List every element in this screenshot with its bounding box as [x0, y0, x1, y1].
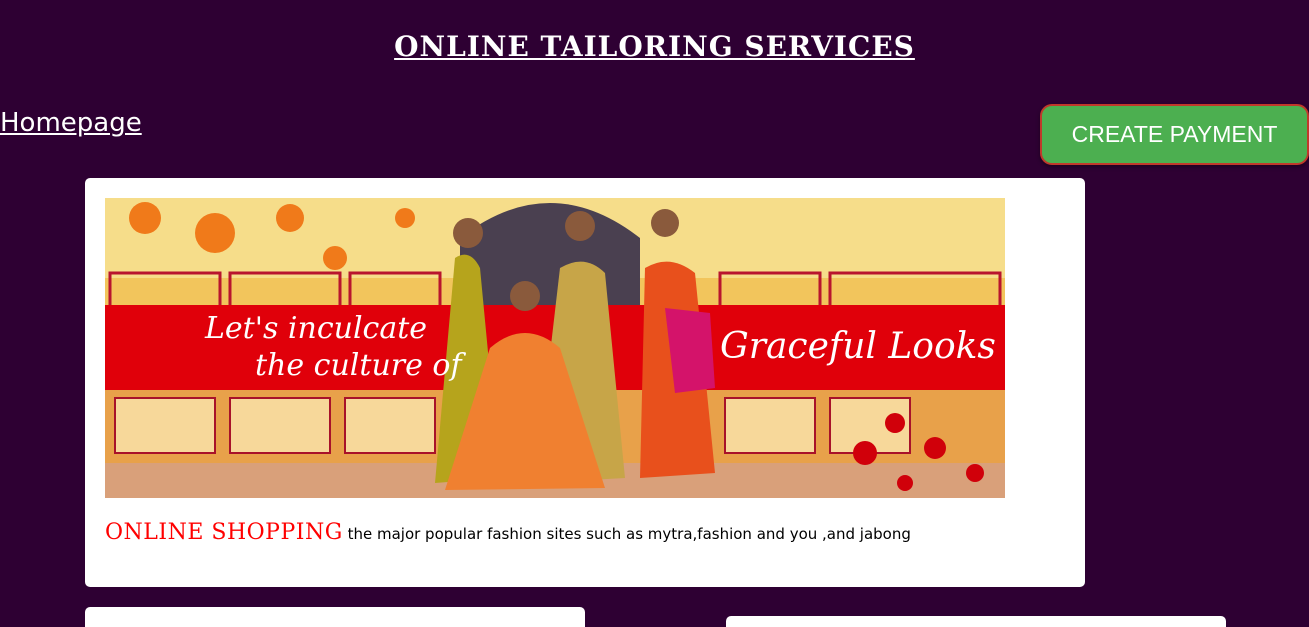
card-left	[85, 607, 585, 627]
create-payment-button[interactable]: CREATE PAYMENT	[1040, 104, 1309, 165]
featured-description: the major popular fashion sites such as …	[347, 525, 911, 543]
card-right	[726, 616, 1226, 627]
banner-image: Let's inculcate the culture of Graceful …	[105, 198, 1005, 498]
featured-card: Let's inculcate the culture of Graceful …	[85, 178, 1085, 587]
banner-text-right: Graceful Looks	[720, 326, 996, 367]
banner-text-left-2: the culture of	[255, 348, 466, 383]
homepage-link[interactable]: Homepage	[0, 108, 142, 138]
page: ONLINE TAILORING SERVICES Homepage CREAT…	[0, 0, 1309, 627]
online-shopping-heading: ONLINE SHOPPING	[105, 520, 343, 545]
featured-text: ONLINE SHOPPING the major popular fashio…	[105, 520, 1065, 545]
banner-text-left-1: Let's inculcate	[204, 311, 427, 346]
site-title: ONLINE TAILORING SERVICES	[394, 30, 915, 63]
